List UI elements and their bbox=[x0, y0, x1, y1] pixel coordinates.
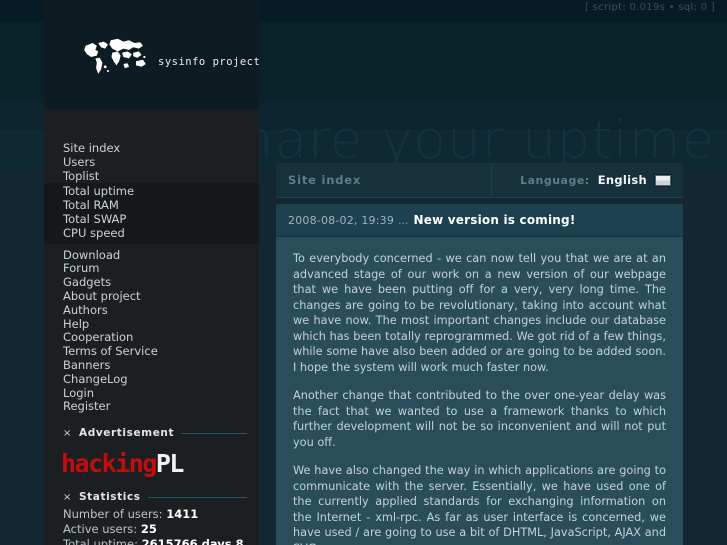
stat-label: Total uptime: bbox=[63, 537, 138, 545]
close-icon[interactable]: × bbox=[63, 492, 72, 503]
sidebar-item-site-index[interactable]: Site index bbox=[44, 141, 259, 156]
sidebar-item-banners[interactable]: Banners bbox=[44, 358, 259, 373]
ad-banner-text-primary: hacking bbox=[61, 448, 157, 478]
stat-row: Active users: 25 bbox=[63, 522, 259, 537]
sidebar-item-login[interactable]: Login bbox=[44, 386, 259, 401]
article-paragraph: We have also changed the way in which ap… bbox=[293, 464, 666, 545]
nav-group-primary: Site index Users Toplist bbox=[44, 141, 259, 184]
nav-group-secondary: Download Forum Gadgets About project Aut… bbox=[44, 244, 259, 415]
language-label: Language: bbox=[520, 173, 590, 187]
content-topbar: Site index Language: English bbox=[276, 163, 683, 198]
sidebar-item-total-ram[interactable]: Total RAM bbox=[44, 198, 259, 213]
flag-icon[interactable] bbox=[655, 174, 671, 186]
sidebar-item-changelog[interactable]: ChangeLog bbox=[44, 372, 259, 387]
language-selector[interactable]: Language: English bbox=[492, 173, 683, 187]
article-body: To everybody concerned - we can now tell… bbox=[276, 237, 683, 545]
script-stats: [ script: 0.019s • sql: 0 ] bbox=[584, 2, 715, 13]
article-date: 2008-08-02, 19:39 bbox=[288, 213, 395, 227]
language-value[interactable]: English bbox=[598, 173, 647, 187]
sidebar-item-terms-of-service[interactable]: Terms of Service bbox=[44, 344, 259, 359]
advertisement-box: × Advertisement hacking PL bbox=[44, 427, 259, 478]
page-root: hare your uptime [ script: 0.019s • sql:… bbox=[0, 0, 727, 545]
ad-banner-text-secondary: PL bbox=[155, 448, 185, 478]
sidebar-item-cpu-speed[interactable]: CPU speed bbox=[44, 226, 259, 241]
ad-banner-hacking-pl[interactable]: hacking PL bbox=[61, 448, 259, 478]
logo-wordmark: sysinfo project bbox=[158, 56, 261, 68]
stat-value: 25 bbox=[140, 522, 157, 537]
stat-label: Active users: bbox=[63, 522, 138, 537]
advertisement-box-header: × Advertisement bbox=[44, 427, 259, 439]
article-header: 2008-08-02, 19:39 ... New version is com… bbox=[276, 204, 683, 237]
statistics-box-title: Statistics bbox=[78, 491, 141, 504]
stat-value: 1411 bbox=[166, 507, 199, 522]
sidebar-item-gadgets[interactable]: Gadgets bbox=[44, 275, 259, 290]
world-map-icon bbox=[84, 38, 146, 74]
advertisement-box-body: hacking PL bbox=[44, 439, 259, 478]
sidebar-item-about-project[interactable]: About project bbox=[44, 289, 259, 304]
article-separator: ... bbox=[398, 213, 409, 227]
sidebar-item-authors[interactable]: Authors bbox=[44, 303, 259, 318]
sidebar-item-toplist[interactable]: Toplist bbox=[44, 169, 259, 184]
article-paragraph: Another change that contributed to the o… bbox=[293, 389, 666, 449]
sidebar-item-register[interactable]: Register bbox=[44, 400, 259, 414]
statistics-box-body: Number of users: 1411 Active users: 25 T… bbox=[44, 503, 259, 545]
sidebar-item-cooperation[interactable]: Cooperation bbox=[44, 331, 259, 345]
sidebar-item-help[interactable]: Help bbox=[44, 317, 259, 332]
sidebar-item-download[interactable]: Download bbox=[44, 248, 259, 263]
statistics-box: × Statistics Number of users: 1411 Activ… bbox=[44, 491, 259, 545]
sidebar-item-total-uptime[interactable]: Total uptime bbox=[44, 185, 259, 199]
site-logo[interactable]: sysinfo project bbox=[44, 0, 261, 110]
sidebar-item-total-swap[interactable]: Total SWAP bbox=[44, 212, 259, 227]
sidebar-item-users[interactable]: Users bbox=[44, 155, 259, 170]
close-icon[interactable]: × bbox=[63, 428, 72, 439]
hero-slogan: hare your uptime bbox=[240, 110, 716, 171]
sidebar-item-forum[interactable]: Forum bbox=[44, 262, 259, 276]
article-title[interactable]: New version is coming! bbox=[414, 213, 576, 227]
stat-value: 2615766 days 8 bbox=[141, 537, 244, 545]
divider bbox=[147, 496, 247, 498]
breadcrumb: Site index bbox=[288, 173, 362, 187]
article-paragraph: To everybody concerned - we can now tell… bbox=[293, 252, 666, 374]
divider bbox=[181, 432, 247, 434]
statistics-box-header: × Statistics bbox=[44, 491, 259, 503]
news-article: 2008-08-02, 19:39 ... New version is com… bbox=[276, 204, 683, 545]
sidebar: sysinfo project Site index Users Toplist… bbox=[44, 0, 261, 545]
main-content: Site index Language: English 2008-08-02,… bbox=[276, 163, 683, 545]
sidebar-spacer bbox=[44, 110, 259, 142]
nav-group-toplist-sub: Total uptime Total RAM Total SWAP CPU sp… bbox=[44, 183, 259, 244]
advertisement-box-title: Advertisement bbox=[78, 427, 175, 440]
stat-row: Total uptime: 2615766 days 8 bbox=[63, 537, 259, 545]
stat-label: Number of users: bbox=[63, 507, 163, 522]
sidebar-nav: Site index Users Toplist Total uptime To… bbox=[44, 141, 259, 415]
stat-row: Number of users: 1411 bbox=[63, 507, 259, 522]
